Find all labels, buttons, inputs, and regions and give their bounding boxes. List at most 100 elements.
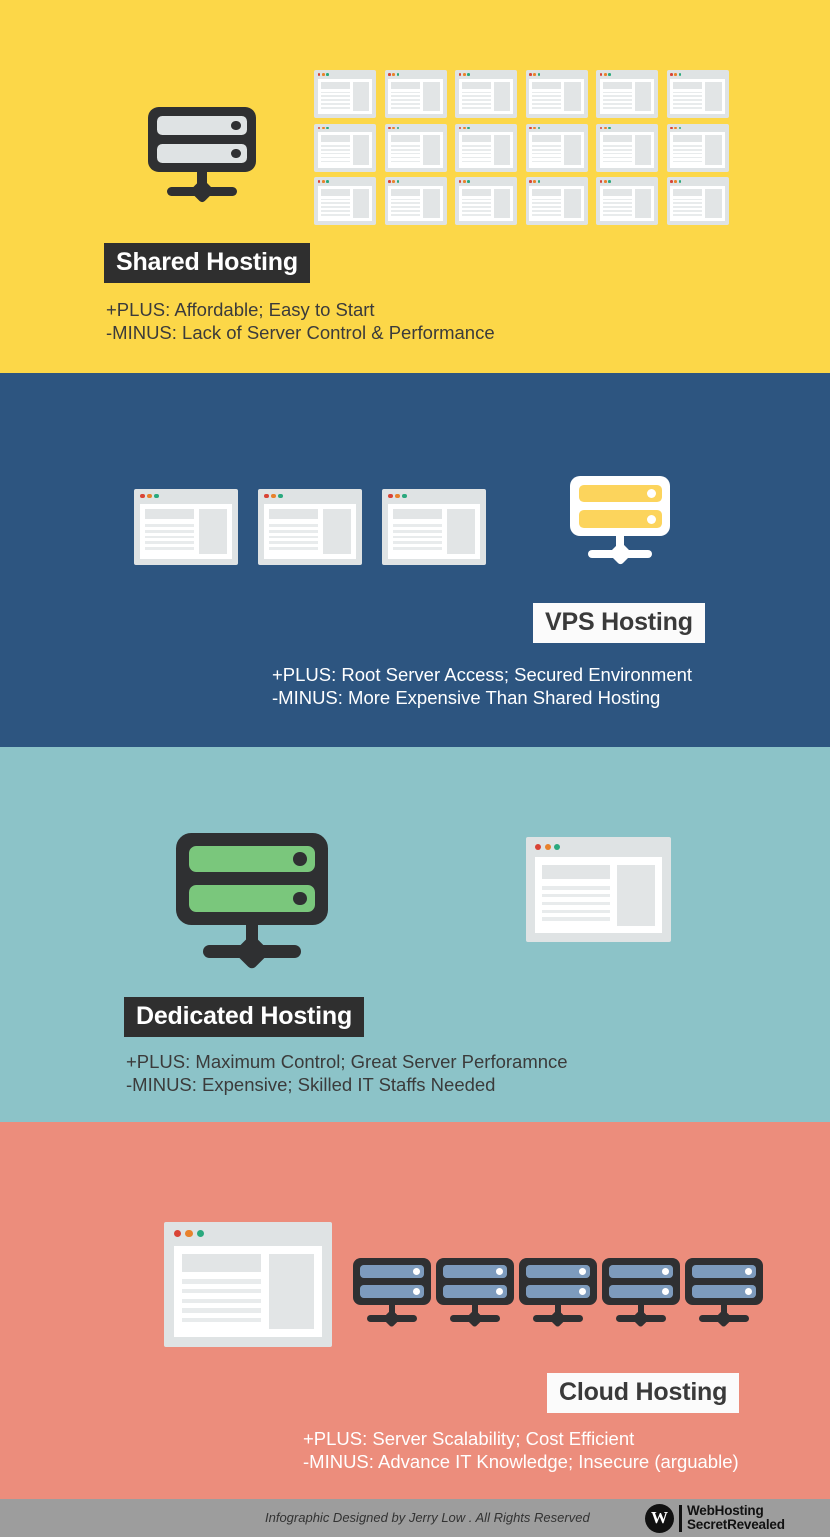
content-text-line bbox=[602, 95, 632, 98]
content-text-line bbox=[461, 91, 491, 94]
content-heading-block bbox=[391, 135, 421, 143]
minus-shared: -MINUS: Lack of Server Control & Perform… bbox=[106, 322, 495, 343]
content-text-line bbox=[532, 99, 562, 101]
minimize-dot-icon bbox=[392, 73, 396, 76]
content-text-line bbox=[532, 198, 562, 201]
maximize-dot-icon bbox=[467, 73, 470, 76]
close-dot-icon bbox=[670, 180, 673, 183]
content-text-line bbox=[320, 156, 350, 159]
content-text-line bbox=[391, 202, 421, 205]
browser-card-cloud-1 bbox=[164, 1222, 332, 1347]
page-content bbox=[529, 132, 584, 168]
maximize-dot-icon bbox=[396, 180, 400, 183]
label-dedicated-hosting: Dedicated Hosting bbox=[124, 997, 365, 1037]
content-text-line bbox=[391, 107, 421, 109]
minimize-dot-icon bbox=[395, 494, 400, 499]
maximize-dot-icon bbox=[467, 180, 470, 183]
content-heading-block bbox=[320, 135, 350, 143]
close-dot-icon bbox=[599, 73, 603, 76]
content-text-line bbox=[673, 91, 703, 94]
maximize-dot-icon bbox=[326, 180, 329, 183]
content-text-line bbox=[461, 160, 491, 163]
content-heading-block bbox=[391, 81, 421, 89]
close-dot-icon bbox=[388, 73, 391, 76]
window-controls bbox=[317, 126, 329, 130]
label-shared-hosting: Shared Hosting bbox=[104, 243, 310, 283]
section-cloud-hosting: Cloud Hosting +PLUS: Server Scalability;… bbox=[0, 1122, 830, 1499]
content-text-line bbox=[461, 145, 491, 147]
content-text-line bbox=[541, 909, 610, 914]
maximize-dot-icon bbox=[608, 126, 611, 130]
content-text-line bbox=[602, 103, 632, 105]
content-text-line bbox=[541, 885, 610, 890]
content-sidebar-block bbox=[352, 81, 370, 112]
content-text-line bbox=[391, 148, 421, 151]
browser-card-12 bbox=[666, 123, 729, 172]
minimize-dot-icon bbox=[603, 180, 607, 183]
content-text-line bbox=[145, 547, 194, 550]
window-controls bbox=[534, 844, 561, 851]
server-icon-cloud-4 bbox=[602, 1258, 680, 1329]
content-text-line bbox=[532, 210, 562, 212]
content-sidebar-block bbox=[634, 81, 652, 112]
content-text-line bbox=[532, 145, 562, 147]
content-sidebar-block bbox=[564, 135, 581, 165]
content-text-line bbox=[602, 91, 632, 94]
content-heading-block bbox=[602, 135, 632, 143]
content-text-line bbox=[602, 107, 632, 109]
minimize-dot-icon bbox=[533, 73, 537, 76]
content-text-line bbox=[602, 156, 632, 159]
window-controls bbox=[388, 180, 400, 183]
content-text-line bbox=[461, 198, 491, 201]
close-dot-icon bbox=[458, 73, 462, 76]
content-heading-block bbox=[320, 81, 350, 89]
maximize-dot-icon bbox=[608, 73, 611, 76]
content-heading-block bbox=[269, 508, 318, 520]
content-text-line bbox=[320, 210, 350, 212]
logo-w-icon: W bbox=[645, 1503, 674, 1533]
minimize-dot-icon bbox=[462, 73, 466, 76]
content-text-line bbox=[673, 160, 703, 163]
close-dot-icon bbox=[670, 73, 673, 76]
browser-card-dedicated-1 bbox=[526, 837, 671, 942]
window-controls bbox=[388, 126, 400, 130]
browser-card-18 bbox=[666, 177, 729, 225]
content-heading-block bbox=[391, 188, 421, 196]
content-text-line bbox=[461, 210, 491, 212]
minimize-dot-icon bbox=[321, 126, 325, 130]
content-text-line bbox=[673, 152, 703, 155]
content-text-line bbox=[541, 893, 610, 898]
page-content bbox=[529, 78, 584, 115]
content-text-line bbox=[461, 103, 491, 105]
page-content bbox=[388, 503, 480, 559]
minimize-dot-icon bbox=[533, 180, 537, 183]
window-controls bbox=[317, 180, 329, 183]
browser-card-4 bbox=[525, 70, 588, 118]
content-text-line bbox=[532, 160, 562, 163]
minimize-dot-icon bbox=[392, 126, 396, 130]
content-text-line bbox=[461, 156, 491, 159]
content-sidebar-block bbox=[705, 81, 722, 112]
content-sidebar-block bbox=[447, 508, 475, 554]
content-text-line bbox=[532, 156, 562, 159]
content-sidebar-block bbox=[323, 508, 351, 554]
window-controls bbox=[599, 180, 611, 183]
content-text-line bbox=[269, 529, 318, 533]
browser-card-6 bbox=[666, 70, 729, 118]
server-stand-joint bbox=[714, 1309, 734, 1329]
content-sidebar-block bbox=[199, 508, 227, 554]
server-icon-dedicated bbox=[176, 833, 328, 970]
content-text-line bbox=[320, 103, 350, 105]
server-icon-cloud-1 bbox=[353, 1258, 431, 1329]
window-controls bbox=[317, 73, 329, 76]
window-controls bbox=[529, 126, 541, 130]
content-sidebar-block bbox=[705, 188, 722, 219]
pros-cons-dedicated: +PLUS: Maximum Control; Great Server Per… bbox=[126, 1050, 568, 1096]
page-content bbox=[388, 132, 443, 168]
page-content bbox=[317, 78, 373, 115]
content-text-line bbox=[320, 145, 350, 147]
content-sidebar-block bbox=[493, 188, 511, 219]
server-icon-vps bbox=[570, 476, 670, 566]
content-text-line bbox=[461, 214, 491, 216]
content-text-line bbox=[145, 529, 194, 533]
